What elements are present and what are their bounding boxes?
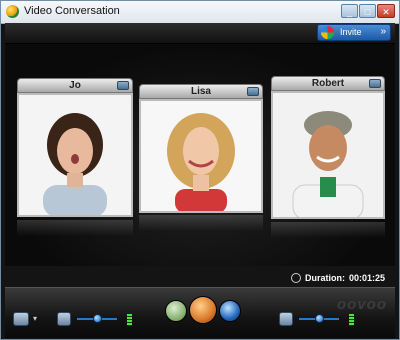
participant-video-image: [273, 93, 383, 217]
speaker-volume-slider[interactable]: [299, 312, 339, 326]
chevron-down-icon[interactable]: ▾: [33, 314, 37, 323]
window-title: Video Conversation: [24, 5, 120, 17]
slider-knob[interactable]: [314, 314, 324, 323]
participant-panel-jo: Jo: [17, 78, 133, 236]
video-conversation-window: Video Conversation _ □ ✕ Invite » Jo Lis…: [0, 0, 400, 340]
reflection: [271, 222, 385, 238]
speaker-icon[interactable]: [279, 312, 293, 326]
close-button[interactable]: ✕: [377, 4, 395, 18]
reflection: [17, 220, 133, 236]
duration-value: 00:01:25: [348, 273, 385, 283]
participant-name-bar: Robert: [271, 76, 385, 91]
microphone-icon[interactable]: [57, 312, 71, 326]
app-icon: [6, 5, 19, 18]
participant-panel-robert: Robert: [271, 76, 385, 238]
brand-logo: oovoo: [337, 296, 387, 313]
control-bar: ▾ oovoo: [5, 287, 395, 338]
participant-name: Robert: [311, 78, 345, 89]
reflection: [139, 215, 263, 231]
minimize-button[interactable]: _: [341, 4, 358, 18]
slider-knob[interactable]: [92, 314, 102, 323]
end-call-button[interactable]: [189, 296, 217, 324]
participant-name-bar: Jo: [17, 78, 133, 93]
mic-volume-slider[interactable]: [77, 312, 117, 326]
video-stage: Jo Lisa Robert Duration: 00:01:25: [5, 44, 395, 283]
duration-label: Duration:: [304, 273, 345, 283]
camera-icon[interactable]: [247, 87, 259, 96]
title-bar: Video Conversation _ □ ✕: [1, 1, 399, 24]
participant-name: Jo: [69, 80, 81, 91]
chevron-right-icon: »: [380, 26, 386, 37]
participant-name-bar: Lisa: [139, 84, 263, 99]
mic-level-meter: [127, 314, 132, 326]
call-duration: Duration: 00:01:25: [290, 271, 385, 285]
toolbar: Invite »: [5, 23, 395, 44]
participant-video-image: [19, 95, 131, 215]
send-file-button[interactable]: [165, 300, 187, 322]
invite-button[interactable]: Invite »: [317, 24, 391, 41]
maximize-button[interactable]: □: [359, 4, 376, 18]
participant-video-image: [141, 101, 261, 211]
camera-icon[interactable]: [117, 81, 129, 90]
window-controls: _ □ ✕: [341, 4, 395, 18]
participant-video: [17, 93, 133, 217]
speaker-level-meter: [349, 314, 354, 326]
invite-label: Invite: [340, 27, 362, 37]
participant-panel-lisa: Lisa: [139, 84, 263, 231]
eye-icon[interactable]: [13, 312, 29, 326]
clock-icon: [290, 273, 301, 283]
camera-icon[interactable]: [369, 79, 381, 88]
invite-icon: [321, 26, 334, 39]
participant-name: Lisa: [190, 86, 211, 97]
participant-video: [139, 99, 263, 213]
participant-video: [271, 91, 385, 219]
status-button[interactable]: [219, 300, 241, 322]
